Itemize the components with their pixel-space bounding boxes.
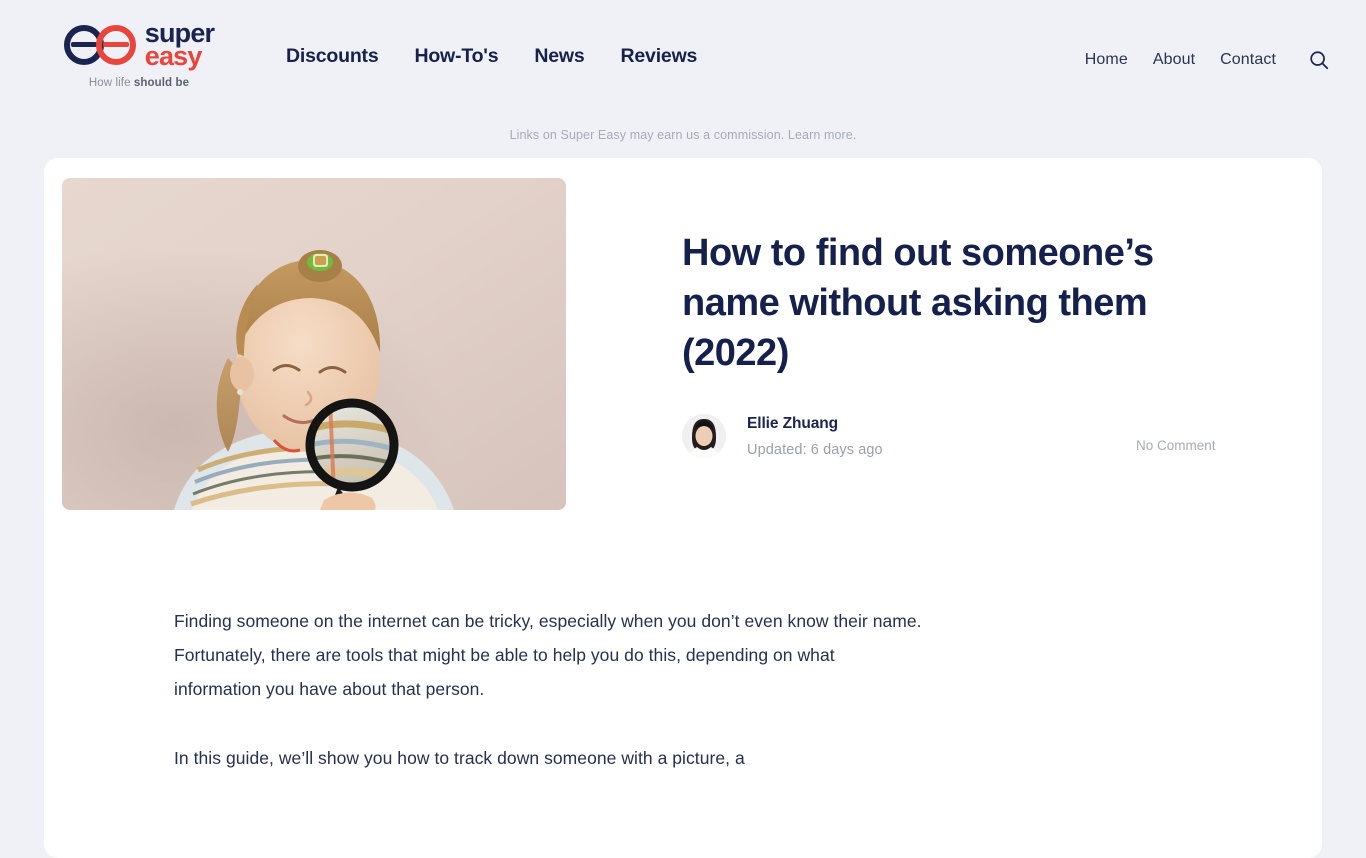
- nav-item-contact[interactable]: Contact: [1220, 51, 1276, 69]
- affiliate-disclosure: Links on Super Easy may earn us a commis…: [509, 128, 857, 142]
- nav-item-reviews[interactable]: Reviews: [621, 45, 698, 68]
- byline-text: Ellie Zhuang Updated: 6 days ago: [747, 414, 883, 458]
- avatar[interactable]: [682, 414, 726, 459]
- byline: Ellie Zhuang Updated: 6 days ago No Comm…: [682, 414, 1237, 458]
- hero-image: [62, 178, 566, 510]
- article-hero-area: How to find out someone’s name without a…: [44, 158, 1322, 510]
- brand-row: super easy: [63, 19, 215, 72]
- nav-item-about[interactable]: About: [1153, 51, 1195, 69]
- logo-word-easy: easy: [144, 41, 203, 72]
- comment-count[interactable]: No Comment: [1136, 438, 1216, 453]
- nav-item-news[interactable]: News: [534, 45, 584, 68]
- search-icon[interactable]: [1306, 47, 1332, 73]
- supereasy-logo-icon: [63, 25, 136, 66]
- primary-navigation: Discounts How-To's News Reviews: [286, 0, 697, 68]
- logo-wordmark: super easy: [144, 19, 215, 72]
- author-name[interactable]: Ellie Zhuang: [747, 414, 883, 434]
- logo-ring-right-icon: [95, 25, 136, 66]
- site-header: super easy How life should be Discounts …: [0, 0, 1366, 112]
- nav-item-discounts[interactable]: Discounts: [286, 45, 379, 68]
- article-card: How to find out someone’s name without a…: [44, 158, 1322, 858]
- updated-timestamp: Updated: 6 days ago: [747, 442, 883, 459]
- brand-logo[interactable]: super easy How life should be: [44, 0, 234, 89]
- tagline-prefix: How life: [88, 77, 134, 90]
- secondary-navigation: Home About Contact: [1085, 0, 1332, 73]
- nav-item-how-tos[interactable]: How-To's: [414, 45, 498, 68]
- paragraph-1: Finding someone on the internet can be t…: [174, 611, 922, 699]
- paragraph-2: In this guide, we’ll show you how to tra…: [174, 748, 745, 768]
- article-body: Finding someone on the internet can be t…: [44, 510, 924, 775]
- nav-item-home[interactable]: Home: [1085, 51, 1128, 69]
- brand-tagline: How life should be: [89, 77, 189, 89]
- article-header: How to find out someone’s name without a…: [566, 178, 1322, 510]
- page-title: How to find out someone’s name without a…: [682, 232, 1154, 374]
- tagline-bold: should be: [133, 77, 190, 90]
